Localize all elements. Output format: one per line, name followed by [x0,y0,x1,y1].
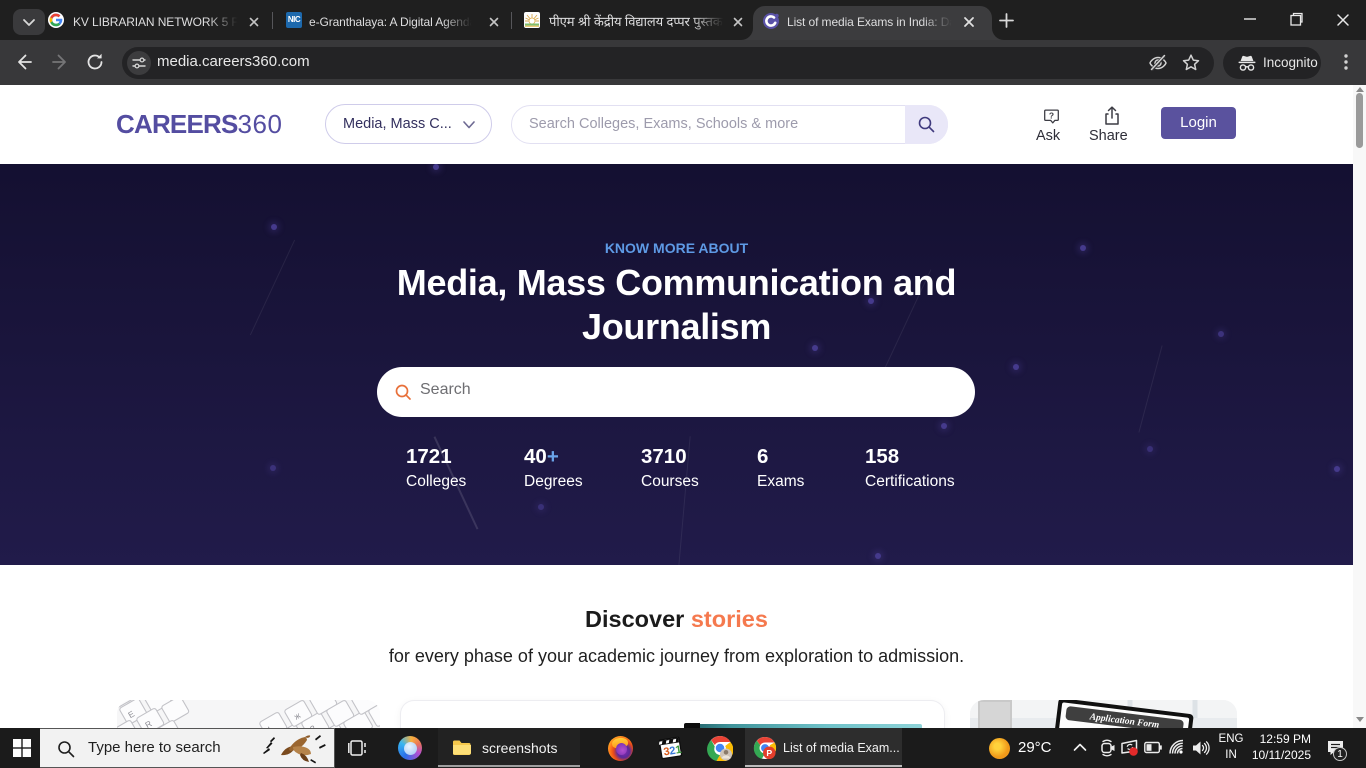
svg-text:1: 1 [675,744,683,757]
svg-text:P: P [766,748,772,758]
svg-text:?: ? [1049,110,1054,120]
